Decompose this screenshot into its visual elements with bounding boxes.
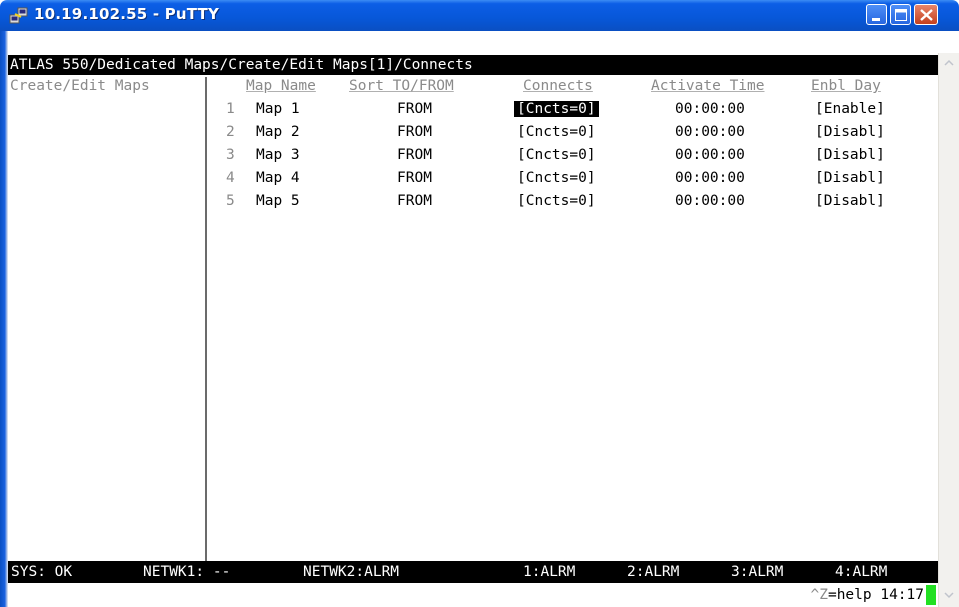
map-name[interactable]: Map 2: [256, 124, 300, 140]
column-header-map-name: Map Name: [246, 78, 316, 94]
connects-field[interactable]: [Cncts=0]: [517, 124, 596, 140]
table-row[interactable]: 5 Map 5 FROM [Cncts=0] 00:00:00 [Disabl]: [8, 191, 938, 214]
help-key: ^Z: [810, 587, 828, 603]
enable-day[interactable]: [Disabl]: [815, 170, 885, 186]
map-name[interactable]: Map 3: [256, 147, 300, 163]
menu-path-header: ATLAS 550/Dedicated Maps/Create/Edit Map…: [8, 55, 938, 75]
table-row[interactable]: 3 Map 3 FROM [Cncts=0] 00:00:00 [Disabl]: [8, 145, 938, 168]
sort-direction[interactable]: FROM: [397, 170, 432, 186]
window-frame-left: [0, 31, 8, 607]
status-port-3: 3:ALRM: [731, 564, 784, 580]
connects-field-selected[interactable]: [Cncts=0]: [514, 101, 599, 117]
close-button[interactable]: [914, 4, 938, 25]
row-number: 3: [226, 147, 235, 163]
table-row[interactable]: 1 Map 1 FROM [Cncts=0] 00:00:00 [Enable]: [8, 99, 938, 122]
status-netwk2: NETWK2:ALRM: [303, 564, 400, 580]
maximize-button[interactable]: [890, 4, 911, 25]
maximize-icon: [895, 9, 907, 21]
column-header-activate-time: Activate Time: [651, 78, 765, 94]
column-header-connects: Connects: [523, 78, 593, 94]
activate-time[interactable]: 00:00:00: [675, 170, 745, 186]
sort-direction[interactable]: FROM: [397, 147, 432, 163]
sort-direction[interactable]: FROM: [397, 124, 432, 140]
enable-day[interactable]: [Enable]: [815, 101, 885, 117]
status-netwk1: NETWK1: --: [143, 564, 231, 580]
status-bar: SYS: OK NETWK1: -- NETWK2:ALRM 1:ALRM 2:…: [8, 561, 938, 583]
status-port-1: 1:ALRM: [523, 564, 576, 580]
row-number: 5: [226, 193, 235, 209]
row-number: 1: [226, 101, 235, 117]
minimize-button[interactable]: [866, 4, 887, 25]
column-header-enbl-day: Enbl Day: [811, 78, 881, 94]
activate-time[interactable]: 00:00:00: [675, 147, 745, 163]
status-port-4: 4:ALRM: [835, 564, 888, 580]
row-number: 4: [226, 170, 235, 186]
table-row[interactable]: 4 Map 4 FROM [Cncts=0] 00:00:00 [Disabl]: [8, 168, 938, 191]
connects-field[interactable]: [Cncts=0]: [517, 193, 596, 209]
scroll-up-icon[interactable]: [942, 56, 956, 70]
enable-day[interactable]: [Disabl]: [815, 193, 885, 209]
sidebar-label: Create/Edit Maps: [10, 78, 150, 94]
connects-field[interactable]: [Cncts=0]: [517, 147, 596, 163]
minimize-icon: [872, 18, 880, 21]
help-line: ^Z=help 14:17: [8, 584, 938, 606]
activate-time[interactable]: 00:00:00: [675, 124, 745, 140]
map-name[interactable]: Map 5: [256, 193, 300, 209]
help-text: =help 14:17: [827, 587, 924, 603]
sort-direction[interactable]: FROM: [397, 193, 432, 209]
activate-time[interactable]: 00:00:00: [675, 193, 745, 209]
status-port-2: 2:ALRM: [627, 564, 680, 580]
help-hint: ^Z=help 14:17: [811, 584, 925, 606]
vertical-scrollbar[interactable]: [938, 53, 959, 607]
close-icon: [920, 9, 933, 21]
enable-day[interactable]: [Disabl]: [815, 124, 885, 140]
window-title: 10.19.102.55 - PuTTY: [34, 5, 220, 23]
row-number: 2: [226, 124, 235, 140]
connects-field[interactable]: [Cncts=0]: [517, 170, 596, 186]
table-row[interactable]: 2 Map 2 FROM [Cncts=0] 00:00:00 [Disabl]: [8, 122, 938, 145]
terminal-cursor: [926, 585, 936, 605]
terminal-screen[interactable]: ATLAS 550/Dedicated Maps/Create/Edit Map…: [8, 31, 938, 607]
map-name[interactable]: Map 4: [256, 170, 300, 186]
title-bar[interactable]: 10.19.102.55 - PuTTY: [0, 0, 959, 31]
activate-time[interactable]: 00:00:00: [675, 101, 745, 117]
status-sys: SYS: OK: [11, 564, 73, 580]
sort-direction[interactable]: FROM: [397, 101, 432, 117]
column-header-sort: Sort TO/FROM: [349, 78, 454, 94]
putty-icon: [9, 7, 28, 24]
scroll-down-icon[interactable]: [942, 588, 956, 602]
enable-day[interactable]: [Disabl]: [815, 147, 885, 163]
map-name[interactable]: Map 1: [256, 101, 300, 117]
